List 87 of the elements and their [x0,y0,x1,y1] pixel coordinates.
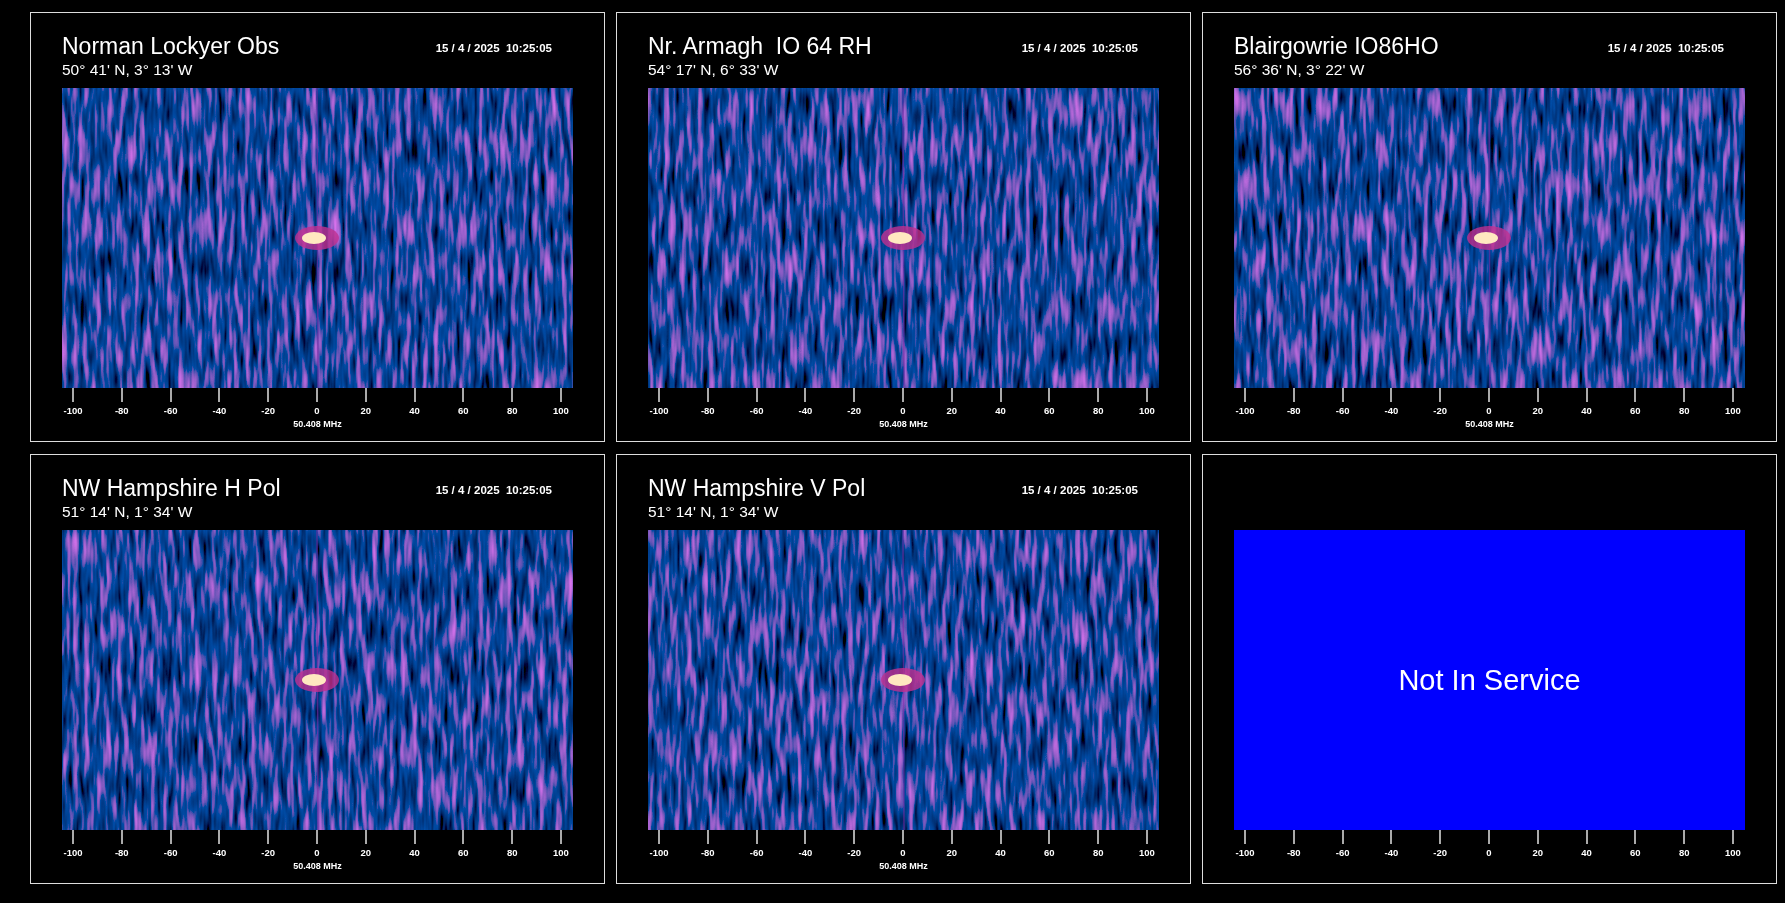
axis-tick-label: 0 [314,405,320,416]
axis-tick-label: 100 [1725,847,1741,858]
axis-tick-label: -20 [261,847,276,858]
axis-tick-label: 20 [360,405,372,416]
axis-tick-label: 80 [1678,847,1690,858]
axis-tick-label: 40 [995,847,1006,858]
axis-tick-label: -60 [163,405,178,416]
frequency-label: 50.408 MHz [293,419,342,429]
axis-tick-label: -80 [700,847,715,858]
station-title: Norman Lockyer Obs [62,32,280,60]
axis-tick-label: -100 [649,405,669,416]
axis-tick-label: -20 [847,847,862,858]
timestamp: 15 / 4 / 2025 10:25:05 [1021,41,1138,54]
axis-tick-label: -80 [700,405,715,416]
timestamp: 15 / 4 / 2025 10:25:05 [435,41,552,54]
frequency-label: 50.408 MHz [879,419,928,429]
axis-tick-label: 60 [1630,405,1641,416]
axis-tick-label: 100 [553,405,569,416]
axis-tick-label: 0 [314,847,320,858]
axis-tick-label: -60 [749,847,764,858]
axis-tick-label: -40 [212,847,227,858]
station-coordinates: 56° 36' N, 3° 22' W [1234,60,1366,80]
axis-tick-label: 80 [506,405,518,416]
axis-tick-label: -60 [1335,847,1350,858]
axis-tick-label: 100 [553,847,569,858]
axis-tick-label: -80 [1286,847,1301,858]
axis-tick-label: -20 [847,405,862,416]
axis-tick-label: -100 [1235,405,1255,416]
axis-tick-label: 80 [1092,405,1104,416]
axis-tick-label: 20 [946,405,958,416]
axis-tick-label: -80 [114,405,129,416]
axis-tick-label: -40 [1384,847,1399,858]
station-coordinates: 51° 14' N, 1° 34' W [62,502,194,522]
axis-tick-label: 60 [1044,847,1055,858]
axis-tick-label: -40 [212,405,227,416]
axis-tick-label: -100 [63,847,83,858]
axis-tick-label: 20 [1532,847,1544,858]
axis-tick-label: -40 [798,405,813,416]
axis-tick-label: -100 [1235,847,1255,858]
frequency-label: 50.408 MHz [293,861,342,871]
station-title: Blairgowrie IO86HO [1234,32,1439,60]
timestamp: 15 / 4 / 2025 10:25:05 [1607,41,1724,54]
frequency-label: 50.408 MHz [879,861,928,871]
status-message: Not In Service [1398,663,1581,697]
axis-tick-label: 100 [1725,405,1741,416]
axis-tick-label: 60 [458,405,469,416]
station-coordinates: 54° 17' N, 6° 33' W [648,60,780,80]
axis-tick-label: -60 [749,405,764,416]
axis-tick-label: 40 [409,405,420,416]
axis-tick-label: 40 [409,847,420,858]
axis-tick-label: 60 [1630,847,1641,858]
axis-tick-label: 100 [1139,847,1155,858]
axis-tick-label: -40 [1384,405,1399,416]
axis-tick-label: -60 [163,847,178,858]
timestamp: 15 / 4 / 2025 10:25:05 [1021,483,1138,496]
axis-tick-label: -20 [1433,847,1448,858]
axis-tick-label: -80 [1286,405,1301,416]
axis-tick-label: 80 [1092,847,1104,858]
axis-tick-label: 40 [1581,847,1592,858]
axis-tick-label: 0 [1486,847,1492,858]
station-title: NW Hampshire V Pol [648,474,866,502]
axis-tick-label: 0 [900,405,906,416]
timestamp: 15 / 4 / 2025 10:25:05 [435,483,552,496]
axis-tick-label: 20 [946,847,958,858]
station-title: NW Hampshire H Pol [62,474,281,502]
axis-tick-label: -80 [114,847,129,858]
axis-tick-label: 20 [1532,405,1544,416]
station-coordinates: 51° 14' N, 1° 34' W [648,502,780,522]
axis-tick-label: 0 [900,847,906,858]
axis-tick-label: 20 [360,847,372,858]
station-title: Nr. Armagh IO 64 RH [648,32,872,60]
axis-tick-label: -100 [63,405,83,416]
axis-tick-label: -40 [798,847,813,858]
axis-tick-label: -60 [1335,405,1350,416]
axis-tick-label: 60 [1044,405,1055,416]
axis-tick-label: 60 [458,847,469,858]
axis-tick-label: 0 [1486,405,1492,416]
axis-tick-label: 40 [1581,405,1592,416]
axis-tick-label: 40 [995,405,1006,416]
axis-tick-label: -20 [261,405,276,416]
axis-tick-label: 100 [1139,405,1155,416]
station-coordinates: 50° 41' N, 3° 13' W [62,60,194,80]
axis-tick-label: 80 [506,847,518,858]
axis-tick-label: -20 [1433,405,1448,416]
axis-tick-label: 80 [1678,405,1690,416]
axis-tick-label: -100 [649,847,669,858]
frequency-label: 50.408 MHz [1465,419,1514,429]
